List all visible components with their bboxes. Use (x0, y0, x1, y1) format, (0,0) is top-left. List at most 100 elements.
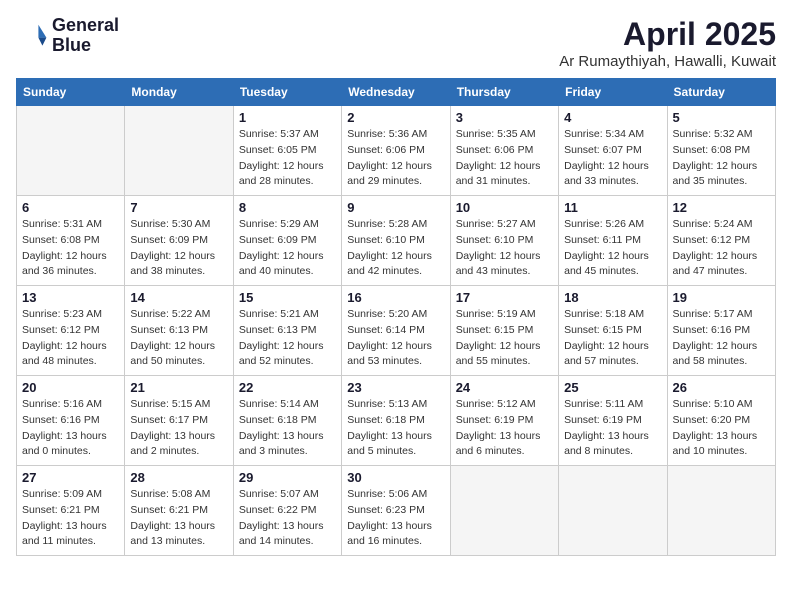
sunrise-text: Sunrise: 5:24 AM (673, 217, 770, 233)
day-info: Sunrise: 5:22 AMSunset: 6:13 PMDaylight:… (130, 307, 227, 370)
sunset-text: Sunset: 6:09 PM (130, 233, 227, 249)
day-number: 6 (22, 200, 119, 215)
day-info: Sunrise: 5:27 AMSunset: 6:10 PMDaylight:… (456, 217, 553, 280)
calendar-day-cell: 27Sunrise: 5:09 AMSunset: 6:21 PMDayligh… (17, 466, 125, 556)
calendar-day-cell: 1 Sunrise: 5:37 AMSunset: 6:05 PMDaylight… (233, 106, 341, 196)
sunset-text: Sunset: 6:20 PM (673, 413, 770, 429)
weekday-header: Saturday (667, 79, 775, 106)
calendar-day-cell: 28 Sunrise: 5:08 AMSunset: 6:21 PMDayligh… (125, 466, 233, 556)
day-number: 23 (347, 380, 444, 395)
day-info: Sunrise: 5:19 AMSunset: 6:15 PMDaylight:… (456, 307, 553, 370)
day-info: Sunrise: 5:08 AMSunset: 6:21 PMDaylight:… (130, 487, 227, 550)
sunset-text: Sunset: 6:21 PM (130, 503, 227, 519)
day-number: 19 (673, 290, 770, 305)
calendar-day-cell (125, 106, 233, 196)
sunset-text: Sunset: 6:05 PM (239, 143, 336, 159)
sunrise-text: Sunrise: 5:15 AM (130, 397, 227, 413)
day-info: Sunrise: 5:10 AMSunset: 6:20 PMDaylight:… (673, 397, 770, 460)
daylight-text: Daylight: 12 hours and 43 minutes. (456, 249, 553, 281)
daylight-text: Daylight: 12 hours and 48 minutes. (22, 339, 119, 371)
day-number: 21 (130, 380, 227, 395)
day-number: 16 (347, 290, 444, 305)
daylight-text: Daylight: 13 hours and 11 minutes. (22, 519, 119, 551)
daylight-text: Daylight: 12 hours and 28 minutes. (239, 159, 336, 191)
calendar-day-cell: 3Sunrise: 5:35 AMSunset: 6:06 PMDaylight… (450, 106, 558, 196)
calendar-day-cell: 26Sunrise: 5:10 AMSunset: 6:20 PMDayligh… (667, 376, 775, 466)
daylight-text: Daylight: 12 hours and 38 minutes. (130, 249, 227, 281)
day-number: 24 (456, 380, 553, 395)
daylight-text: Daylight: 12 hours and 35 minutes. (673, 159, 770, 191)
day-info: Sunrise: 5:26 AMSunset: 6:11 PMDaylight:… (564, 217, 661, 280)
calendar-day-cell (559, 466, 667, 556)
day-number: 3 (456, 110, 553, 125)
sunrise-text: Sunrise: 5:09 AM (22, 487, 119, 503)
daylight-text: Daylight: 12 hours and 55 minutes. (456, 339, 553, 371)
sunset-text: Sunset: 6:18 PM (239, 413, 336, 429)
daylight-text: Daylight: 12 hours and 29 minutes. (347, 159, 444, 191)
sunrise-text: Sunrise: 5:32 AM (673, 127, 770, 143)
sunset-text: Sunset: 6:06 PM (347, 143, 444, 159)
daylight-text: Daylight: 13 hours and 14 minutes. (239, 519, 336, 551)
calendar-header-row: SundayMondayTuesdayWednesdayThursdayFrid… (17, 79, 776, 106)
calendar-day-cell: 19 Sunrise: 5:17 AMSunset: 6:16 PMDayligh… (667, 286, 775, 376)
daylight-text: Daylight: 13 hours and 3 minutes. (239, 429, 336, 461)
sunset-text: Sunset: 6:15 PM (456, 323, 553, 339)
weekday-header: Sunday (17, 79, 125, 106)
day-info: Sunrise: 5:24 AMSunset: 6:12 PMDaylight:… (673, 217, 770, 280)
daylight-text: Daylight: 12 hours and 58 minutes. (673, 339, 770, 371)
sunrise-text: Sunrise: 5:20 AM (347, 307, 444, 323)
daylight-text: Daylight: 12 hours and 57 minutes. (564, 339, 661, 371)
daylight-text: Daylight: 12 hours and 33 minutes. (564, 159, 661, 191)
calendar-day-cell: 9 Sunrise: 5:28 AMSunset: 6:10 PMDaylight… (342, 196, 450, 286)
weekday-header: Friday (559, 79, 667, 106)
calendar-day-cell: 14Sunrise: 5:22 AMSunset: 6:13 PMDayligh… (125, 286, 233, 376)
day-info: Sunrise: 5:23 AMSunset: 6:12 PMDaylight:… (22, 307, 119, 370)
sunset-text: Sunset: 6:07 PM (564, 143, 661, 159)
calendar-day-cell (450, 466, 558, 556)
daylight-text: Daylight: 13 hours and 5 minutes. (347, 429, 444, 461)
calendar-day-cell (667, 466, 775, 556)
daylight-text: Daylight: 12 hours and 50 minutes. (130, 339, 227, 371)
weekday-header: Thursday (450, 79, 558, 106)
calendar-week-row: 6 Sunrise: 5:31 AMSunset: 6:08 PMDaylight… (17, 196, 776, 286)
day-number: 17 (456, 290, 553, 305)
sunrise-text: Sunrise: 5:30 AM (130, 217, 227, 233)
day-number: 22 (239, 380, 336, 395)
day-info: Sunrise: 5:21 AMSunset: 6:13 PMDaylight:… (239, 307, 336, 370)
sunrise-text: Sunrise: 5:12 AM (456, 397, 553, 413)
sunrise-text: Sunrise: 5:27 AM (456, 217, 553, 233)
calendar-day-cell: 5Sunrise: 5:32 AMSunset: 6:08 PMDaylight… (667, 106, 775, 196)
sunrise-text: Sunrise: 5:21 AM (239, 307, 336, 323)
day-number: 7 (130, 200, 227, 215)
sunset-text: Sunset: 6:08 PM (22, 233, 119, 249)
sunrise-text: Sunrise: 5:22 AM (130, 307, 227, 323)
sunset-text: Sunset: 6:17 PM (130, 413, 227, 429)
day-number: 1 (239, 110, 336, 125)
calendar-day-cell: 24Sunrise: 5:12 AMSunset: 6:19 PMDayligh… (450, 376, 558, 466)
day-info: Sunrise: 5:29 AMSunset: 6:09 PMDaylight:… (239, 217, 336, 280)
sunset-text: Sunset: 6:10 PM (456, 233, 553, 249)
daylight-text: Daylight: 13 hours and 13 minutes. (130, 519, 227, 551)
sunrise-text: Sunrise: 5:13 AM (347, 397, 444, 413)
sunset-text: Sunset: 6:14 PM (347, 323, 444, 339)
sunset-text: Sunset: 6:21 PM (22, 503, 119, 519)
day-number: 28 (130, 470, 227, 485)
daylight-text: Daylight: 13 hours and 16 minutes. (347, 519, 444, 551)
day-info: Sunrise: 5:18 AMSunset: 6:15 PMDaylight:… (564, 307, 661, 370)
sunrise-text: Sunrise: 5:37 AM (239, 127, 336, 143)
day-info: Sunrise: 5:31 AMSunset: 6:08 PMDaylight:… (22, 217, 119, 280)
sunset-text: Sunset: 6:19 PM (564, 413, 661, 429)
day-number: 10 (456, 200, 553, 215)
day-info: Sunrise: 5:11 AMSunset: 6:19 PMDaylight:… (564, 397, 661, 460)
day-number: 13 (22, 290, 119, 305)
sunrise-text: Sunrise: 5:26 AM (564, 217, 661, 233)
day-info: Sunrise: 5:32 AMSunset: 6:08 PMDaylight:… (673, 127, 770, 190)
day-info: Sunrise: 5:17 AMSunset: 6:16 PMDaylight:… (673, 307, 770, 370)
day-number: 2 (347, 110, 444, 125)
day-number: 9 (347, 200, 444, 215)
sunset-text: Sunset: 6:06 PM (456, 143, 553, 159)
calendar-day-cell: 25Sunrise: 5:11 AMSunset: 6:19 PMDayligh… (559, 376, 667, 466)
day-info: Sunrise: 5:28 AMSunset: 6:10 PMDaylight:… (347, 217, 444, 280)
calendar-day-cell: 8Sunrise: 5:29 AMSunset: 6:09 PMDaylight… (233, 196, 341, 286)
day-info: Sunrise: 5:07 AMSunset: 6:22 PMDaylight:… (239, 487, 336, 550)
